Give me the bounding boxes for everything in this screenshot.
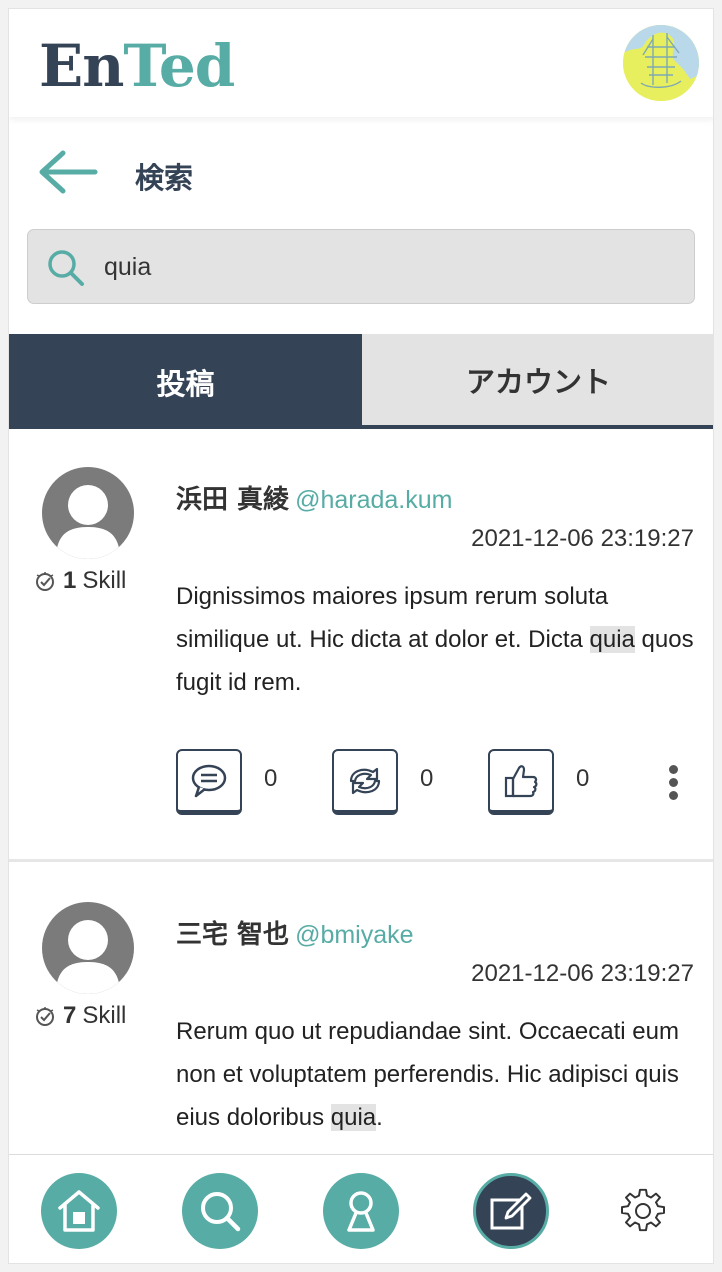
author-name: 浜田 真綾 @harada.kum — [176, 479, 452, 516]
comment-count: 0 — [264, 765, 278, 792]
badge-check-icon — [36, 572, 54, 591]
nav-profile-button[interactable] — [323, 1173, 399, 1249]
skill-label: Skill — [82, 1002, 127, 1029]
app-header: EnTed — [9, 9, 713, 117]
thumbs-up-icon — [504, 764, 538, 797]
skill-count: 7 Skill — [33, 1002, 126, 1030]
author-avatar[interactable] — [42, 902, 134, 994]
search-input[interactable] — [104, 242, 664, 292]
logo-en: En — [39, 32, 124, 100]
badge-check-icon — [36, 1007, 54, 1026]
skill-number: 1 — [63, 567, 77, 594]
more-options-button[interactable] — [666, 765, 680, 805]
post-text-end: . — [376, 1104, 383, 1131]
post-card: 7 Skill 三宅 智也 @bmiyake 2021-12-06 23:19:2… — [9, 862, 713, 1154]
skill-label: Skill — [82, 567, 127, 594]
gear-icon — [621, 1188, 665, 1232]
logo-ted: Ted — [123, 32, 235, 100]
comment-button[interactable] — [176, 749, 242, 815]
nav-home-button[interactable] — [41, 1173, 117, 1249]
author-handle[interactable]: @harada.kum — [295, 486, 452, 514]
author-display-name: 浜田 真綾 — [176, 485, 290, 515]
nav-search-button[interactable] — [182, 1173, 258, 1249]
app-logo[interactable]: EnTed — [39, 31, 235, 101]
repost-icon — [349, 767, 381, 794]
search-highlight: quia — [330, 1104, 377, 1131]
comment-icon — [191, 764, 227, 797]
post-date: 2021-12-06 23:19:27 — [471, 960, 694, 987]
more-icon-dot — [668, 765, 678, 774]
app-frame: EnTed 検索 投稿 — [8, 8, 714, 1264]
post-date: 2021-12-06 23:19:27 — [471, 525, 694, 552]
user-avatar[interactable] — [623, 25, 699, 101]
post-text: Dignissimos maiores ipsum rerum soluta s… — [176, 583, 609, 653]
tab-posts[interactable]: 投稿 — [9, 334, 362, 429]
back-button[interactable] — [37, 149, 101, 195]
nav-settings-button[interactable] — [605, 1173, 681, 1249]
author-name: 三宅 智也 @bmiyake — [176, 914, 414, 951]
home-icon — [58, 1190, 100, 1232]
like-button[interactable] — [488, 749, 554, 815]
arrow-left-icon — [39, 150, 98, 194]
result-tabs: 投稿 アカウント — [9, 334, 713, 429]
post-body: Rerum quo ut repudiandae sint. Occaecati… — [176, 1010, 701, 1139]
author-avatar[interactable] — [42, 467, 134, 559]
search-bar[interactable] — [27, 229, 695, 304]
skill-number: 7 — [63, 1002, 77, 1029]
tab-accounts[interactable]: アカウント — [362, 334, 713, 429]
like-count: 0 — [576, 765, 590, 792]
repost-button[interactable] — [332, 749, 398, 815]
nav-compose-button[interactable] — [473, 1173, 549, 1249]
repost-count: 0 — [420, 765, 434, 792]
search-highlight: quia — [589, 626, 635, 653]
bottom-nav — [9, 1154, 713, 1263]
author-handle[interactable]: @bmiyake — [295, 921, 413, 949]
page-title: 検索 — [135, 161, 194, 195]
author-display-name: 三宅 智也 — [176, 920, 290, 950]
more-icon-dot — [668, 778, 678, 787]
more-icon-dot — [668, 791, 678, 800]
post-body: Dignissimos maiores ipsum rerum soluta s… — [176, 575, 701, 704]
profile-icon — [347, 1191, 375, 1232]
skill-count: 1 Skill — [33, 567, 126, 595]
compose-icon — [490, 1192, 532, 1230]
post-card: 1 Skill 浜田 真綾 @harada.kum 2021-12-06 23:1… — [9, 429, 713, 862]
post-text: Rerum quo ut repudiandae sint. Occaecati… — [176, 1018, 679, 1131]
post-actions: 0 0 0 — [176, 749, 701, 815]
search-icon — [48, 250, 84, 286]
search-icon — [201, 1192, 241, 1232]
